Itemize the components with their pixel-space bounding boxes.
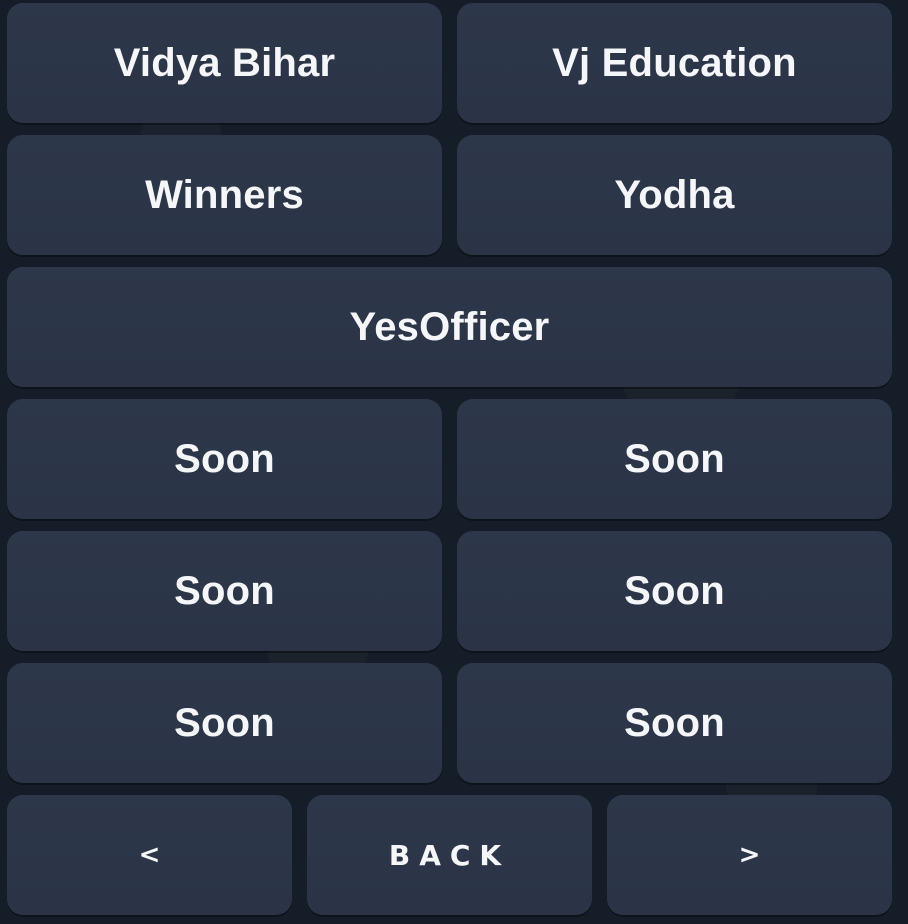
keyboard-button-winners[interactable]: Winners [7,135,442,255]
keyboard-button-soon[interactable]: Soon [7,663,442,783]
keyboard-button-vj-education[interactable]: Vj Education [457,3,892,123]
keyboard-button-yesofficer[interactable]: YesOfficer [7,267,892,387]
keyboard-button-yodha[interactable]: Yodha [457,135,892,255]
keyboard-button-soon[interactable]: Soon [7,531,442,651]
previous-page-button[interactable]: < [7,795,292,915]
button-label: Winners [145,172,304,217]
button-label: Yodha [614,172,735,217]
back-button[interactable]: BACK [307,795,592,915]
bot-keyboard: Vidya Bihar Vj Education Winners Yodha Y… [0,0,908,924]
button-label: Soon [624,568,725,613]
button-label: Vj Education [552,40,797,85]
button-label: Soon [174,436,275,481]
button-label: Soon [174,568,275,613]
button-label: YesOfficer [349,304,550,349]
button-label: Soon [624,436,725,481]
next-page-button[interactable]: > [607,795,892,915]
button-label: < [138,840,161,870]
keyboard-button-soon[interactable]: Soon [457,663,892,783]
keyboard-button-vidya-bihar[interactable]: Vidya Bihar [7,3,442,123]
keyboard-button-soon[interactable]: Soon [457,399,892,519]
button-label: Soon [174,700,275,745]
keyboard-button-soon[interactable]: Soon [457,531,892,651]
button-label: > [738,840,761,870]
button-label: BACK [388,838,511,872]
button-label: Soon [624,700,725,745]
keyboard-button-soon[interactable]: Soon [7,399,442,519]
button-label: Vidya Bihar [113,40,336,85]
